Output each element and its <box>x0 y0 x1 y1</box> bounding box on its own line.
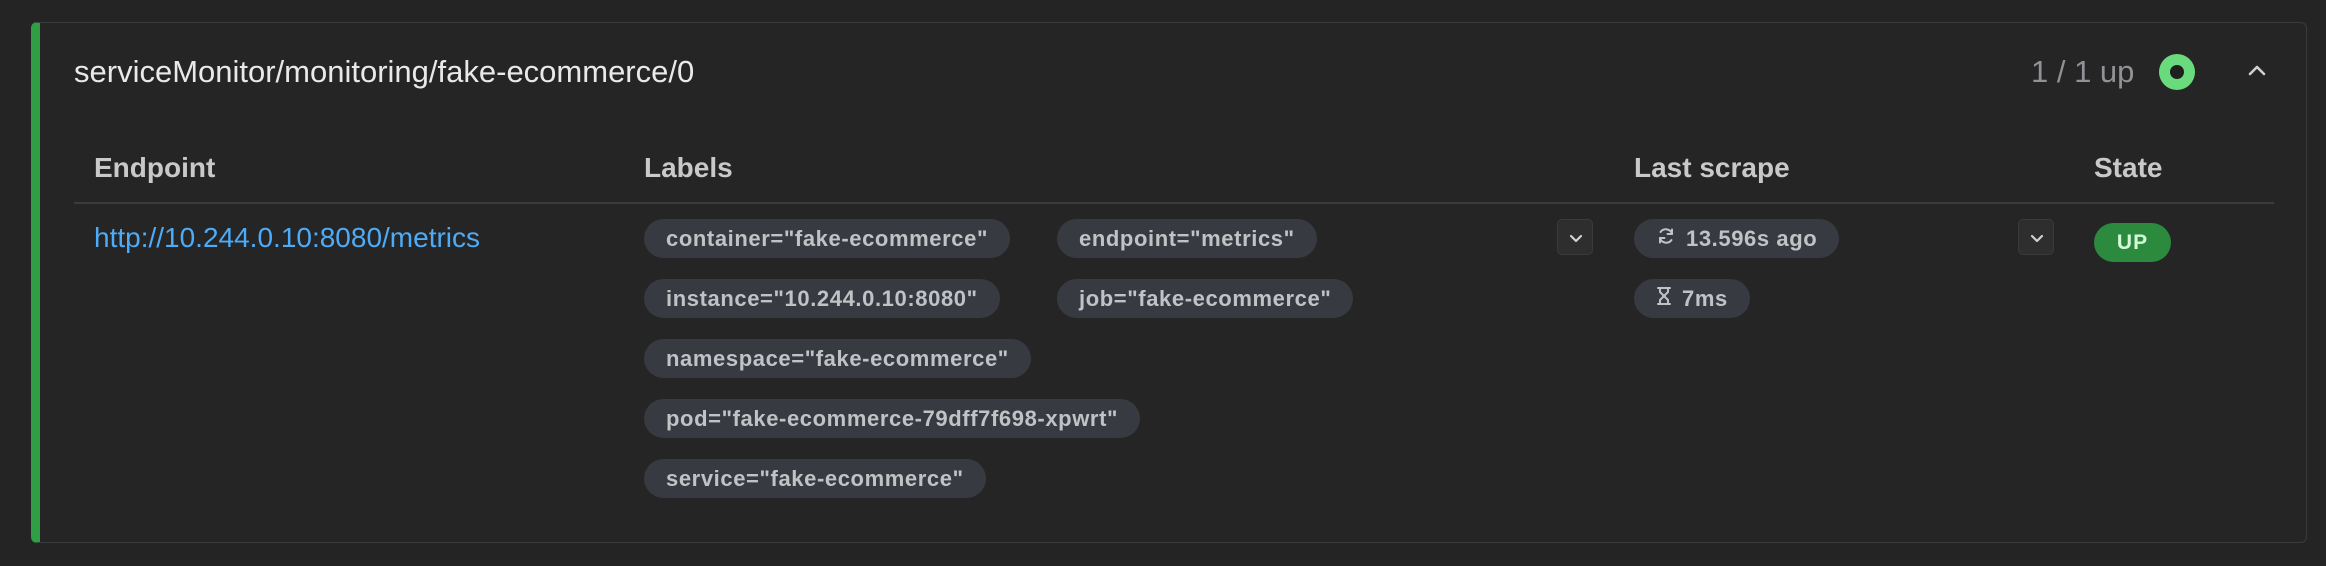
endpoint-link[interactable]: http://10.244.0.10:8080/metrics <box>94 218 480 258</box>
chevron-down-icon <box>1569 234 1583 243</box>
label-badge: container="fake-ecommerce" <box>644 219 1010 258</box>
refresh-icon <box>1656 219 1676 258</box>
label-badge: service="fake-ecommerce" <box>644 459 986 498</box>
state-badge: UP <box>2094 223 2171 262</box>
health-dot-icon <box>2159 54 2195 90</box>
scrape-duration-badge: 7ms <box>1634 279 1750 318</box>
last-scrape-value: 13.596s ago <box>1686 226 1818 251</box>
expand-scrape-details-button[interactable] <box>2018 219 2054 255</box>
label-badge: endpoint="metrics" <box>1057 219 1317 258</box>
column-header-labels: Labels <box>644 152 733 183</box>
label-badge: namespace="fake-ecommerce" <box>644 339 1031 378</box>
expand-labels-button[interactable] <box>1557 219 1593 255</box>
scrape-duration-value: 7ms <box>1682 286 1728 311</box>
column-header-endpoint: Endpoint <box>94 152 216 183</box>
hourglass-icon <box>1656 279 1672 318</box>
header-divider <box>74 202 2274 204</box>
last-scrape-badge: 13.596s ago <box>1634 219 1840 258</box>
chevron-up-icon[interactable] <box>2242 55 2272 85</box>
label-badge: instance="10.244.0.10:8080" <box>644 279 1000 318</box>
label-badge: pod="fake-ecommerce-79dff7f698-xpwrt" <box>644 399 1141 438</box>
scrape-pool-title: serviceMonitor/monitoring/fake-ecommerce… <box>74 54 695 89</box>
column-header-last-scrape: Last scrape <box>1634 152 1790 183</box>
column-header-state: State <box>2094 152 2163 183</box>
label-badge: job="fake-ecommerce" <box>1057 279 1354 318</box>
chevron-down-icon <box>2030 234 2044 243</box>
targets-up-count: 1 / 1 up <box>2031 54 2135 89</box>
